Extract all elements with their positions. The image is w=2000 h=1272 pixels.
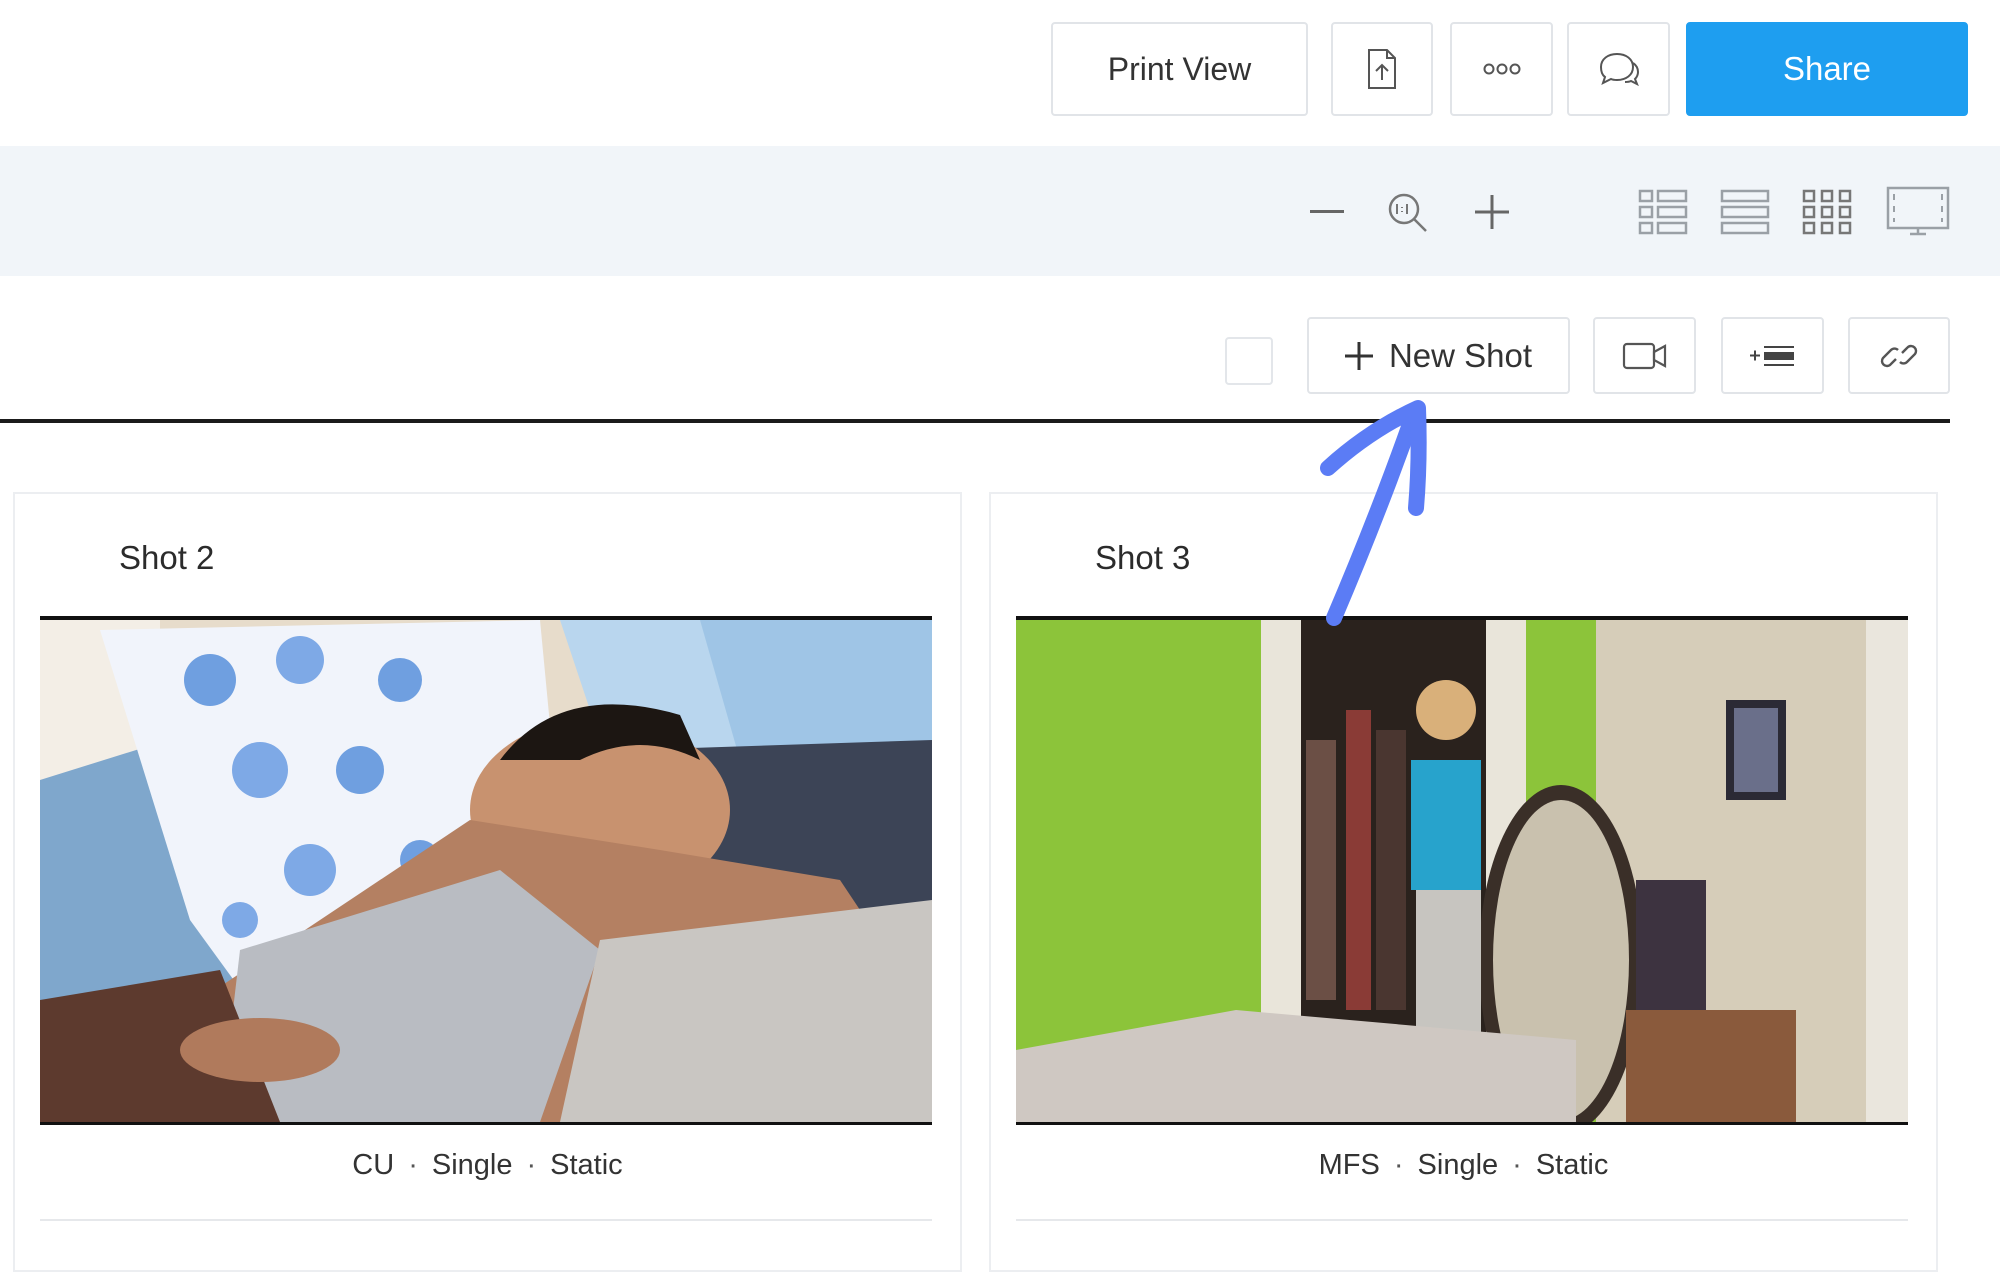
rows-view-icon[interactable] <box>1719 186 1771 238</box>
card-divider <box>1016 1219 1908 1221</box>
new-shot-label: New Shot <box>1388 336 1533 374</box>
shot-card[interactable]: Shot 3 MFS · Single · Static <box>989 492 1938 1272</box>
new-shot-button[interactable]: New Shot <box>1307 317 1570 394</box>
share-label: Share <box>1782 50 1872 87</box>
link-icon <box>1877 334 1921 378</box>
zoom-out-icon[interactable] <box>1307 192 1347 232</box>
list-view-icon[interactable] <box>1637 186 1689 238</box>
shot-title: Shot 3 <box>1095 539 1191 576</box>
plus-icon <box>1344 341 1373 370</box>
shot-size-tag: CU <box>352 1149 395 1181</box>
select-all-checkbox[interactable] <box>1225 337 1273 385</box>
movement-tag: Static <box>1535 1149 1609 1181</box>
export-button[interactable] <box>1331 22 1433 116</box>
shot-tags: CU · Single · Static <box>352 1149 623 1181</box>
print-view-button[interactable]: Print View <box>1051 22 1308 116</box>
presentation-view-icon[interactable] <box>1885 184 1951 240</box>
shot-tags: MFS · Single · Static <box>1318 1149 1609 1181</box>
movement-tag: Static <box>550 1149 623 1181</box>
insert-break-button[interactable] <box>1721 317 1824 394</box>
video-icon <box>1622 341 1668 371</box>
subject-tag: Single <box>431 1149 513 1181</box>
more-options-button[interactable] <box>1450 22 1553 116</box>
more-icon <box>1482 62 1522 76</box>
shot-thumbnail[interactable] <box>1016 616 1908 1125</box>
shot-thumbnail[interactable] <box>40 616 932 1125</box>
view-toolbar <box>0 146 2000 276</box>
shot-card[interactable]: Shot 2 CU · Single · Static <box>13 492 962 1272</box>
zoom-in-icon[interactable] <box>1472 192 1512 232</box>
export-icon <box>1365 48 1399 90</box>
insert-break-icon <box>1749 342 1796 370</box>
annotation-arrow-icon <box>1300 390 1460 635</box>
add-video-button[interactable] <box>1593 317 1696 394</box>
section-divider <box>0 419 1950 423</box>
shot-size-tag: MFS <box>1318 1149 1380 1181</box>
share-link-button[interactable] <box>1848 317 1950 394</box>
shot-title: Shot 2 <box>119 539 215 576</box>
subject-tag: Single <box>1417 1149 1499 1181</box>
comments-button[interactable] <box>1567 22 1670 116</box>
print-view-label: Print View <box>1107 50 1252 87</box>
comments-icon <box>1596 49 1642 89</box>
zoom-reset-icon[interactable] <box>1385 190 1431 236</box>
share-button[interactable]: Share <box>1686 22 1968 116</box>
grid-view-icon[interactable] <box>1801 186 1853 238</box>
card-divider <box>40 1219 932 1221</box>
